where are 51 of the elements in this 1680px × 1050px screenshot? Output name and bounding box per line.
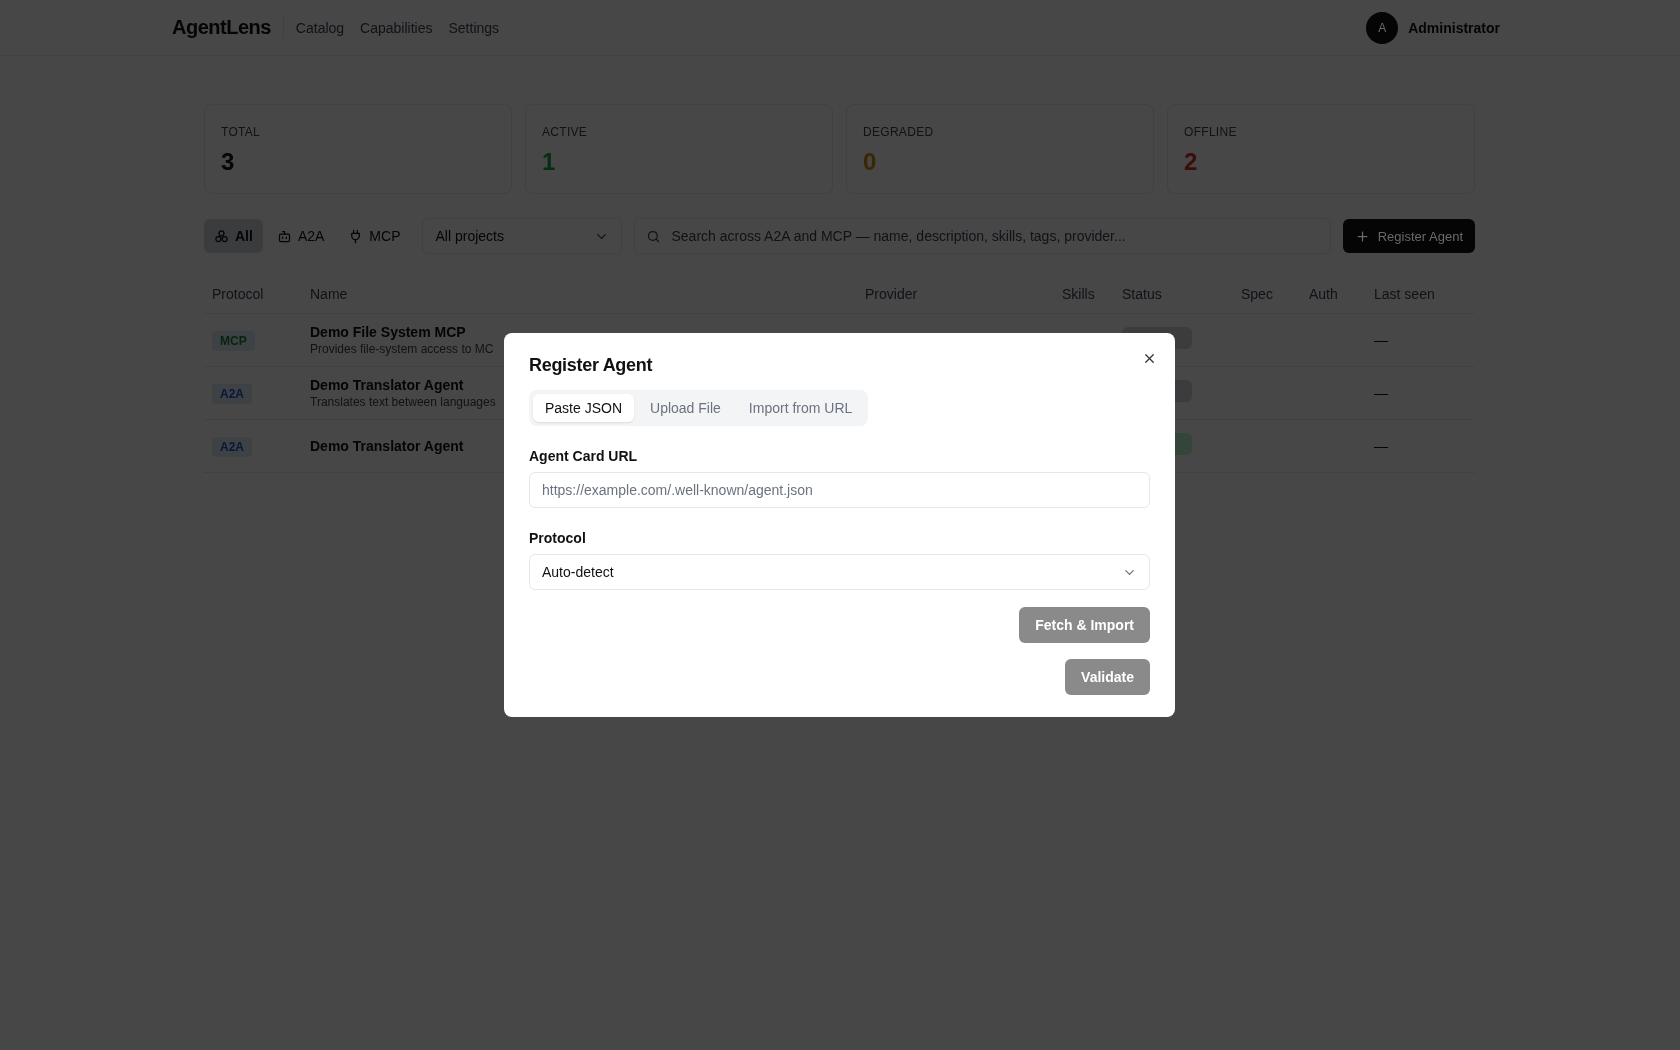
register-agent-button[interactable]: Register Agent bbox=[1342, 219, 1475, 253]
agent-name[interactable]: Demo Translator Agent bbox=[310, 377, 464, 393]
logo[interactable]: AgentLens bbox=[172, 16, 284, 39]
search-icon bbox=[646, 229, 662, 244]
user-name[interactable]: Administrator bbox=[1408, 19, 1500, 36]
agent-name[interactable]: Demo File System MCP bbox=[310, 324, 466, 340]
column-header: Status bbox=[1122, 285, 1163, 302]
url-field[interactable]: https://example.com/.well-known/agent.json bbox=[529, 472, 1150, 508]
column-header: Provider bbox=[865, 285, 919, 302]
last-seen: — bbox=[1374, 438, 1388, 454]
nav-link[interactable]: Catalog bbox=[295, 19, 345, 36]
project-dropdown[interactable]: All projects bbox=[422, 218, 623, 254]
stat-value: 3 bbox=[221, 148, 235, 176]
plus-icon bbox=[1354, 228, 1370, 244]
field-label: Protocol bbox=[529, 530, 587, 546]
tab[interactable]: Paste JSON bbox=[533, 394, 635, 422]
dialog-title: Register Agent bbox=[529, 355, 654, 376]
agent-description: Translates text between languages bbox=[310, 395, 496, 409]
circles-icon bbox=[214, 228, 229, 244]
column-header: Spec bbox=[1241, 285, 1274, 302]
stat-label: TOTAL bbox=[221, 125, 261, 139]
robot-icon bbox=[276, 228, 292, 244]
stat-value: 1 bbox=[542, 148, 556, 176]
column-header: Last seen bbox=[1374, 285, 1436, 302]
last-seen: — bbox=[1374, 332, 1388, 348]
nav-link[interactable]: Capabilities bbox=[360, 19, 433, 36]
filter-tab[interactable]: A2A bbox=[266, 219, 335, 253]
agent-name[interactable]: Demo Translator Agent bbox=[310, 438, 464, 454]
filter-tab[interactable]: All bbox=[204, 219, 263, 253]
tab[interactable]: Import from URL bbox=[736, 394, 865, 422]
close-icon bbox=[1142, 351, 1157, 366]
avatar[interactable]: A bbox=[1366, 11, 1399, 44]
stat-value: 2 bbox=[1184, 148, 1198, 176]
column-header: Name bbox=[310, 285, 349, 302]
protocol-dropdown[interactable]: Auto-detect bbox=[529, 554, 1150, 590]
protocol-badge: A2A bbox=[212, 437, 252, 457]
filter-tab[interactable]: MCP bbox=[338, 219, 411, 253]
stat-value: 0 bbox=[863, 148, 877, 176]
protocol-badge: A2A bbox=[212, 384, 252, 404]
column-header: Protocol bbox=[212, 285, 265, 302]
field-label: Agent Card URL bbox=[529, 448, 639, 464]
stat-label: ACTIVE bbox=[542, 125, 588, 139]
column-header: Skills bbox=[1062, 285, 1096, 302]
protocol-badge: MCP bbox=[212, 331, 255, 351]
search-field[interactable]: Search across A2A and MCP — name, description, skills, tags, provider... bbox=[634, 218, 1331, 254]
stat-label: DEGRADED bbox=[863, 125, 934, 139]
stat-label: OFFLINE bbox=[1184, 125, 1237, 139]
nav-link[interactable]: Settings bbox=[448, 19, 500, 36]
tab[interactable]: Upload File bbox=[638, 394, 733, 422]
column-header: Auth bbox=[1309, 285, 1339, 302]
last-seen: — bbox=[1374, 385, 1388, 401]
